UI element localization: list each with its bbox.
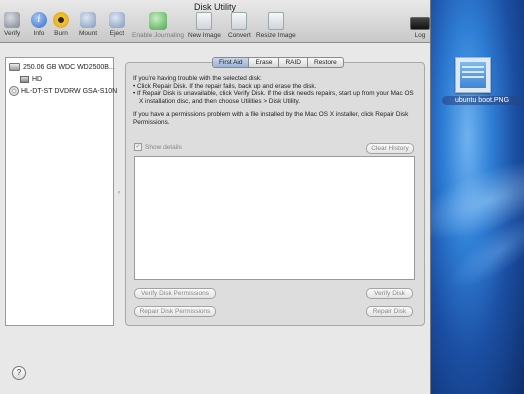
new-image-button[interactable]: New Image <box>188 12 221 39</box>
sidebar-item-label: HL-DT-ST DVDRW GSA-S10N <box>21 87 118 95</box>
tab-raid[interactable]: RAID <box>279 58 308 67</box>
instructions-bullet-repair: • Click Repair Disk. If the repair fails… <box>133 82 317 90</box>
first-aid-log[interactable] <box>134 156 415 280</box>
burn-label: Burn <box>54 30 68 37</box>
verify-label: Verify <box>4 30 21 37</box>
sidebar-item-label: 250.06 GB WDC WD2500B... <box>23 63 115 71</box>
verify-disk-permissions-button[interactable]: Verify Disk Permissions <box>134 288 216 299</box>
clear-history-button[interactable]: Clear History <box>366 143 414 154</box>
mount-button[interactable]: Mount <box>79 12 97 37</box>
new-image-label: New Image <box>188 32 221 39</box>
log-icon <box>410 17 430 30</box>
info-label: Info <box>33 30 45 37</box>
title-toolbar: Disk Utility Verify i Info Burn Mount Ej… <box>0 0 430 43</box>
log-button[interactable]: Log <box>410 12 430 39</box>
info-icon: i <box>31 12 47 28</box>
tab-first-aid[interactable]: First Aid <box>213 58 250 67</box>
burn-icon <box>53 12 69 28</box>
enable-journaling-button[interactable]: Enable Journaling <box>132 12 184 39</box>
tab-bar: First Aid Erase RAID Restore <box>212 57 344 68</box>
sidebar-item-volume[interactable]: HD <box>20 73 42 85</box>
eject-button[interactable]: Eject <box>109 12 125 37</box>
verify-button[interactable]: Verify <box>4 12 20 37</box>
png-file-icon[interactable] <box>455 57 491 93</box>
volume-icon <box>20 75 29 83</box>
mount-icon <box>80 12 97 28</box>
journal-icon <box>149 12 168 30</box>
sidebar-item-label: HD <box>32 75 43 83</box>
sidebar-item-optical-drive[interactable]: HL-DT-ST DVDRW GSA-S10N <box>9 85 117 97</box>
hard-disk-icon <box>9 63 20 71</box>
resize-image-label: Resize Image <box>256 32 296 39</box>
tab-restore[interactable]: Restore <box>308 58 343 67</box>
instructions-intro: If you're having trouble with the select… <box>133 75 262 82</box>
first-aid-instructions: If you're having trouble with the select… <box>133 75 418 127</box>
tab-erase[interactable]: Erase <box>249 58 280 67</box>
sidebar-item-disk[interactable]: 250.06 GB WDC WD2500B... <box>9 61 115 73</box>
convert-button[interactable]: Convert <box>228 12 251 39</box>
verify-icon <box>4 12 21 28</box>
verify-disk-button[interactable]: Verify Disk <box>366 288 413 299</box>
resize-image-button[interactable]: Resize Image <box>256 12 296 39</box>
instructions-bullet-verify: • If Repair Disk is unavailable, click V… <box>133 90 414 105</box>
journaling-label: Enable Journaling <box>132 32 185 39</box>
disk-utility-window: Disk Utility Verify i Info Burn Mount Ej… <box>0 0 431 394</box>
show-details-label: Show details <box>145 143 182 151</box>
help-button[interactable]: ? <box>12 366 26 380</box>
mount-label: Mount <box>79 30 98 37</box>
convert-icon <box>231 12 248 30</box>
instructions-permissions: If you have a permissions problem with a… <box>133 111 409 126</box>
desktop-file-label[interactable]: ubuntu boot.PNG <box>442 96 522 105</box>
repair-disk-button[interactable]: Repair Disk <box>366 306 413 317</box>
log-label: Log <box>414 32 426 39</box>
disk-list-sidebar[interactable]: 250.06 GB WDC WD2500B... HD HL-DT-ST DVD… <box>5 57 117 326</box>
window-title: Disk Utility <box>194 2 236 12</box>
eject-icon <box>109 12 125 28</box>
new-image-icon <box>196 12 213 30</box>
checkbox-checkmark-icon: ✓ <box>134 143 142 151</box>
info-button[interactable]: i Info <box>31 12 47 37</box>
eject-label: Eject <box>109 30 125 37</box>
repair-disk-permissions-button[interactable]: Repair Disk Permissions <box>134 306 216 317</box>
split-view-handle[interactable]: ‹ <box>118 190 120 196</box>
show-details-checkbox[interactable]: ✓ Show details <box>134 143 182 151</box>
resize-image-icon <box>267 12 284 30</box>
optical-disc-icon <box>9 86 19 96</box>
burn-button[interactable]: Burn <box>53 12 69 37</box>
convert-label: Convert <box>228 32 251 39</box>
